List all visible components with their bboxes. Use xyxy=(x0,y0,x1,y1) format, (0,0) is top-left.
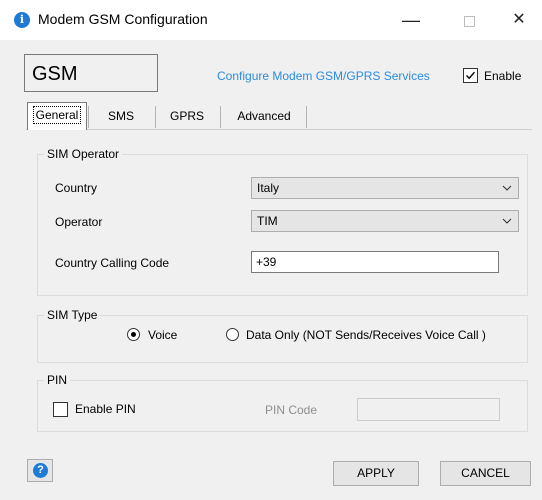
pin-code-label: PIN Code xyxy=(265,403,318,417)
tab-general-label: General xyxy=(32,106,82,124)
tab-sms[interactable]: SMS xyxy=(90,104,152,128)
tab-separator xyxy=(306,106,307,128)
chevron-down-icon xyxy=(502,218,512,224)
operator-select[interactable]: TIM xyxy=(251,210,519,232)
enable-pin-checkbox[interactable] xyxy=(53,402,68,417)
radio-selected-dot xyxy=(131,332,136,337)
operator-value: TIM xyxy=(257,214,278,228)
data-only-radio[interactable] xyxy=(226,328,239,341)
sim-type-title: SIM Type xyxy=(44,308,101,322)
question-icon: ? xyxy=(33,463,48,478)
tab-separator xyxy=(88,106,89,128)
pin-title: PIN xyxy=(44,373,71,387)
title-bar: i Modem GSM Configuration — ✕ xyxy=(0,0,542,40)
tab-gprs[interactable]: GPRS xyxy=(157,104,217,128)
operator-label: Operator xyxy=(55,215,103,229)
country-select[interactable]: Italy xyxy=(251,177,519,199)
maximize-icon xyxy=(463,15,475,27)
tab-separator xyxy=(155,106,156,128)
checkmark-icon xyxy=(466,71,476,80)
data-only-label: Data Only (NOT Sends/Receives Voice Call… xyxy=(246,328,486,342)
enable-label: Enable xyxy=(484,69,522,83)
voice-radio[interactable] xyxy=(127,328,140,341)
tab-advanced[interactable]: Advanced xyxy=(224,104,304,128)
maximize-button[interactable] xyxy=(446,6,492,34)
calling-code-label: Country Calling Code xyxy=(55,256,170,270)
enable-checkbox[interactable] xyxy=(463,68,478,83)
sim-operator-title: SIM Operator xyxy=(44,147,123,161)
country-label: Country xyxy=(55,181,98,195)
window-title: Modem GSM Configuration xyxy=(38,11,208,27)
chevron-down-icon xyxy=(502,185,512,191)
info-icon: i xyxy=(14,12,30,28)
tab-separator xyxy=(220,106,221,128)
country-value: Italy xyxy=(257,181,280,195)
enable-pin-label: Enable PIN xyxy=(75,402,136,416)
service-name-box: GSM xyxy=(24,54,158,92)
calling-code-input[interactable]: +39 xyxy=(251,251,499,273)
configure-services-link[interactable]: Configure Modem GSM/GPRS Services xyxy=(217,69,430,83)
apply-button[interactable]: APPLY xyxy=(333,461,419,486)
close-button[interactable]: ✕ xyxy=(496,6,542,34)
minimize-button[interactable]: — xyxy=(388,6,434,34)
voice-label: Voice xyxy=(148,328,178,342)
pin-code-input[interactable] xyxy=(357,398,500,421)
tab-general[interactable]: General xyxy=(27,102,87,130)
cancel-button[interactable]: CANCEL xyxy=(440,461,531,486)
help-button[interactable]: ? xyxy=(27,459,53,482)
